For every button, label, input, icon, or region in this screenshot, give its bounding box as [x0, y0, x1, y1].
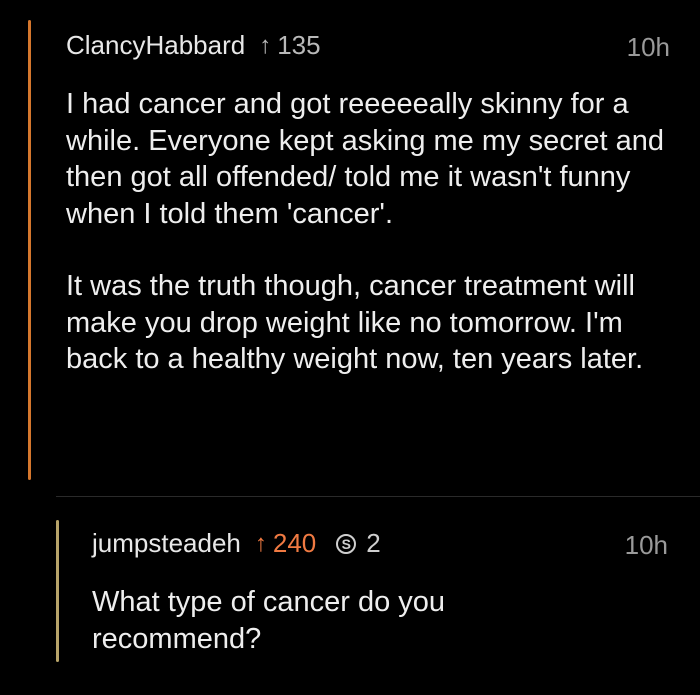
timestamp: 10h	[624, 530, 668, 560]
comment-body: I had cancer and got reeeeeally skinny f…	[66, 86, 676, 378]
comment-clancyhabbard: ClancyHabbard ↑ 135 10h I had cancer and…	[0, 0, 700, 495]
comment-paragraph: It was the truth though, cancer treatmen…	[66, 270, 644, 375]
username[interactable]: jumpsteadeh	[92, 528, 241, 559]
upvote-score[interactable]: ↑ 135	[259, 30, 320, 61]
comment-paragraph: What type of cancer do you recommend?	[92, 586, 446, 655]
thread-line[interactable]	[56, 520, 59, 662]
thread-line[interactable]	[28, 20, 31, 480]
upvote-arrow-icon[interactable]: ↑	[255, 531, 267, 556]
username[interactable]: ClancyHabbard	[66, 30, 245, 61]
upvote-arrow-icon[interactable]: ↑	[259, 33, 271, 58]
comment-jumpsteadeh: jumpsteadeh ↑ 240 S 2 10h What type of c…	[0, 496, 700, 695]
score: 240	[272, 528, 317, 558]
timestamp: 10h	[626, 32, 670, 62]
upvote-score[interactable]: ↑ 240	[255, 528, 316, 559]
comment-header: ClancyHabbard ↑ 135	[66, 30, 321, 61]
comment-body: What type of cancer do you recommend?	[92, 584, 532, 657]
silver-award-icon[interactable]: S	[336, 533, 357, 554]
comment-header: jumpsteadeh ↑ 240 S 2	[92, 528, 381, 559]
award-count: 2	[366, 528, 381, 558]
comment-paragraph: I had cancer and got reeeeeally skinny f…	[66, 88, 664, 230]
score: 135	[277, 30, 321, 60]
